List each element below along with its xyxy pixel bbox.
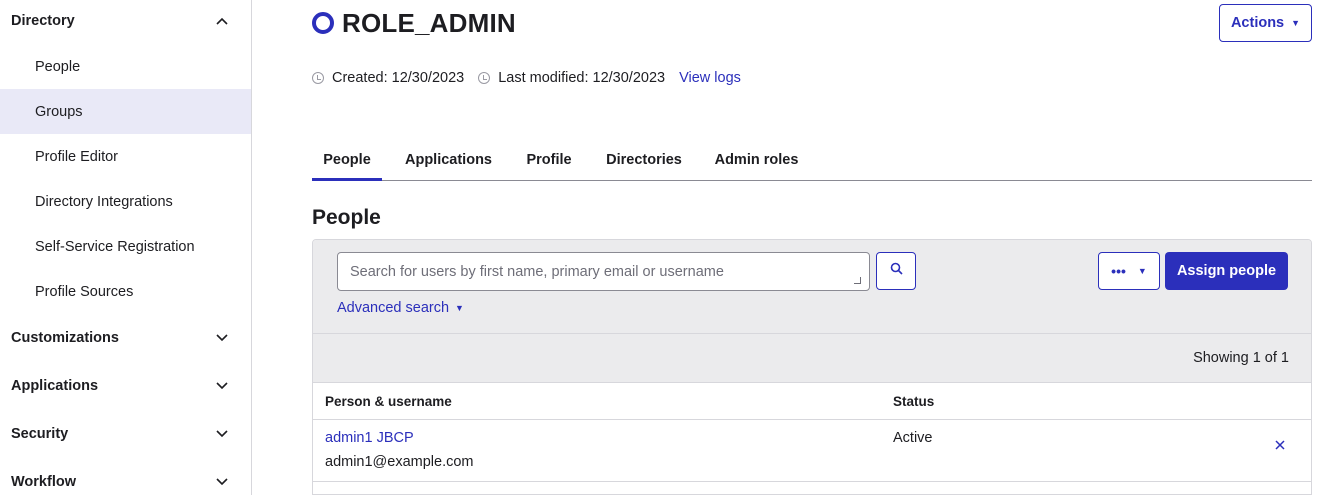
table-header: Person & username Status — [313, 383, 1311, 420]
assign-people-button[interactable]: Assign people — [1165, 252, 1288, 290]
chevron-down-icon — [215, 379, 229, 393]
chevron-down-icon — [215, 427, 229, 441]
people-toolbar: Advanced search ▼ ••• ▼ Assign people — [313, 240, 1311, 334]
sidebar-item-groups[interactable]: Groups — [0, 89, 251, 134]
sidebar-item-label: Profile Sources — [35, 283, 134, 300]
tab-bar: People Applications Profile Directories … — [312, 140, 1312, 181]
resize-handle-icon[interactable] — [854, 277, 861, 284]
sidebar-item-label: Groups — [35, 103, 83, 120]
remove-icon[interactable] — [1271, 436, 1289, 454]
sidebar-item-label: Profile Editor — [35, 148, 119, 165]
sidebar-section-label: Security — [11, 426, 69, 442]
sidebar-item-self-service-registration[interactable]: Self-Service Registration — [0, 224, 251, 269]
sidebar-item-label: People — [35, 58, 81, 75]
sidebar-section-security[interactable]: Security — [0, 414, 251, 454]
sidebar-section-applications[interactable]: Applications — [0, 366, 251, 406]
tab-label: Admin roles — [714, 152, 799, 168]
tab-admin-roles[interactable]: Admin roles — [713, 140, 800, 180]
tab-label: Profile — [526, 152, 572, 168]
column-header-status: Status — [893, 394, 935, 409]
tab-applications[interactable]: Applications — [402, 140, 495, 180]
search-input[interactable] — [337, 252, 870, 291]
tab-label: Directories — [606, 152, 682, 168]
results-count: Showing 1 of 1 — [1193, 350, 1289, 366]
caret-down-icon: ▼ — [455, 302, 464, 313]
view-logs-link[interactable]: View logs — [679, 70, 741, 86]
tab-directories[interactable]: Directories — [603, 140, 685, 180]
group-icon — [312, 12, 334, 34]
sidebar-item-label: Self-Service Registration — [35, 238, 195, 255]
caret-down-icon: ▼ — [1137, 265, 1147, 276]
sidebar-section-workflow[interactable]: Workflow — [0, 462, 251, 495]
sidebar: Directory People Groups Profile Editor D… — [0, 0, 252, 495]
sidebar-section-label: Applications — [11, 378, 99, 394]
search-icon — [890, 262, 903, 280]
person-username: admin1@example.com — [325, 454, 474, 470]
tab-profile[interactable]: Profile — [523, 140, 575, 180]
people-section-title: People — [312, 206, 381, 229]
sidebar-item-profile-editor[interactable]: Profile Editor — [0, 134, 251, 179]
advanced-search-label: Advanced search — [337, 300, 450, 316]
created-date: Created: 12/30/2023 — [332, 70, 465, 86]
tab-label: People — [323, 151, 371, 168]
actions-button[interactable]: Actions ▼ — [1219, 4, 1312, 42]
page-header: ROLE_ADMIN — [312, 6, 516, 40]
people-panel: Advanced search ▼ ••• ▼ Assign people Sh… — [312, 239, 1312, 495]
person-name-link[interactable]: admin1 JBCP — [325, 430, 414, 446]
sidebar-section-label: Workflow — [11, 474, 76, 490]
sidebar-section-customizations[interactable]: Customizations — [0, 318, 251, 358]
caret-down-icon: ▼ — [1291, 17, 1301, 28]
search-button[interactable] — [876, 252, 916, 290]
advanced-search-toggle[interactable]: Advanced search ▼ — [337, 300, 464, 316]
tab-people[interactable]: People — [312, 140, 382, 181]
column-header-person: Person & username — [325, 394, 452, 409]
modified-date: Last modified: 12/30/2023 — [498, 70, 666, 86]
sidebar-section-label: Directory — [11, 13, 75, 29]
more-options-button[interactable]: ••• ▼ — [1098, 252, 1160, 290]
sidebar-item-profile-sources[interactable]: Profile Sources — [0, 269, 251, 314]
more-icon: ••• — [1111, 263, 1126, 279]
chevron-down-icon — [215, 475, 229, 489]
chevron-down-icon — [215, 331, 229, 345]
sidebar-item-label: Directory Integrations — [35, 193, 173, 210]
results-summary-row: Showing 1 of 1 — [313, 334, 1311, 383]
page-title: ROLE_ADMIN — [342, 7, 516, 38]
tab-label: Applications — [404, 152, 492, 168]
status-value: Active — [893, 430, 933, 446]
chevron-up-icon — [215, 14, 229, 28]
sidebar-item-directory-integrations[interactable]: Directory Integrations — [0, 179, 251, 224]
table-row: admin1 JBCP admin1@example.com Active — [313, 420, 1311, 482]
actions-label: Actions — [1230, 15, 1285, 31]
sidebar-section-directory[interactable]: Directory — [0, 1, 251, 41]
sidebar-item-people[interactable]: People — [0, 44, 251, 89]
group-metadata: Created: 12/30/2023 Last modified: 12/30… — [312, 68, 741, 88]
clock-icon — [312, 72, 324, 84]
sidebar-section-label: Customizations — [11, 330, 119, 346]
clock-icon — [478, 72, 491, 84]
